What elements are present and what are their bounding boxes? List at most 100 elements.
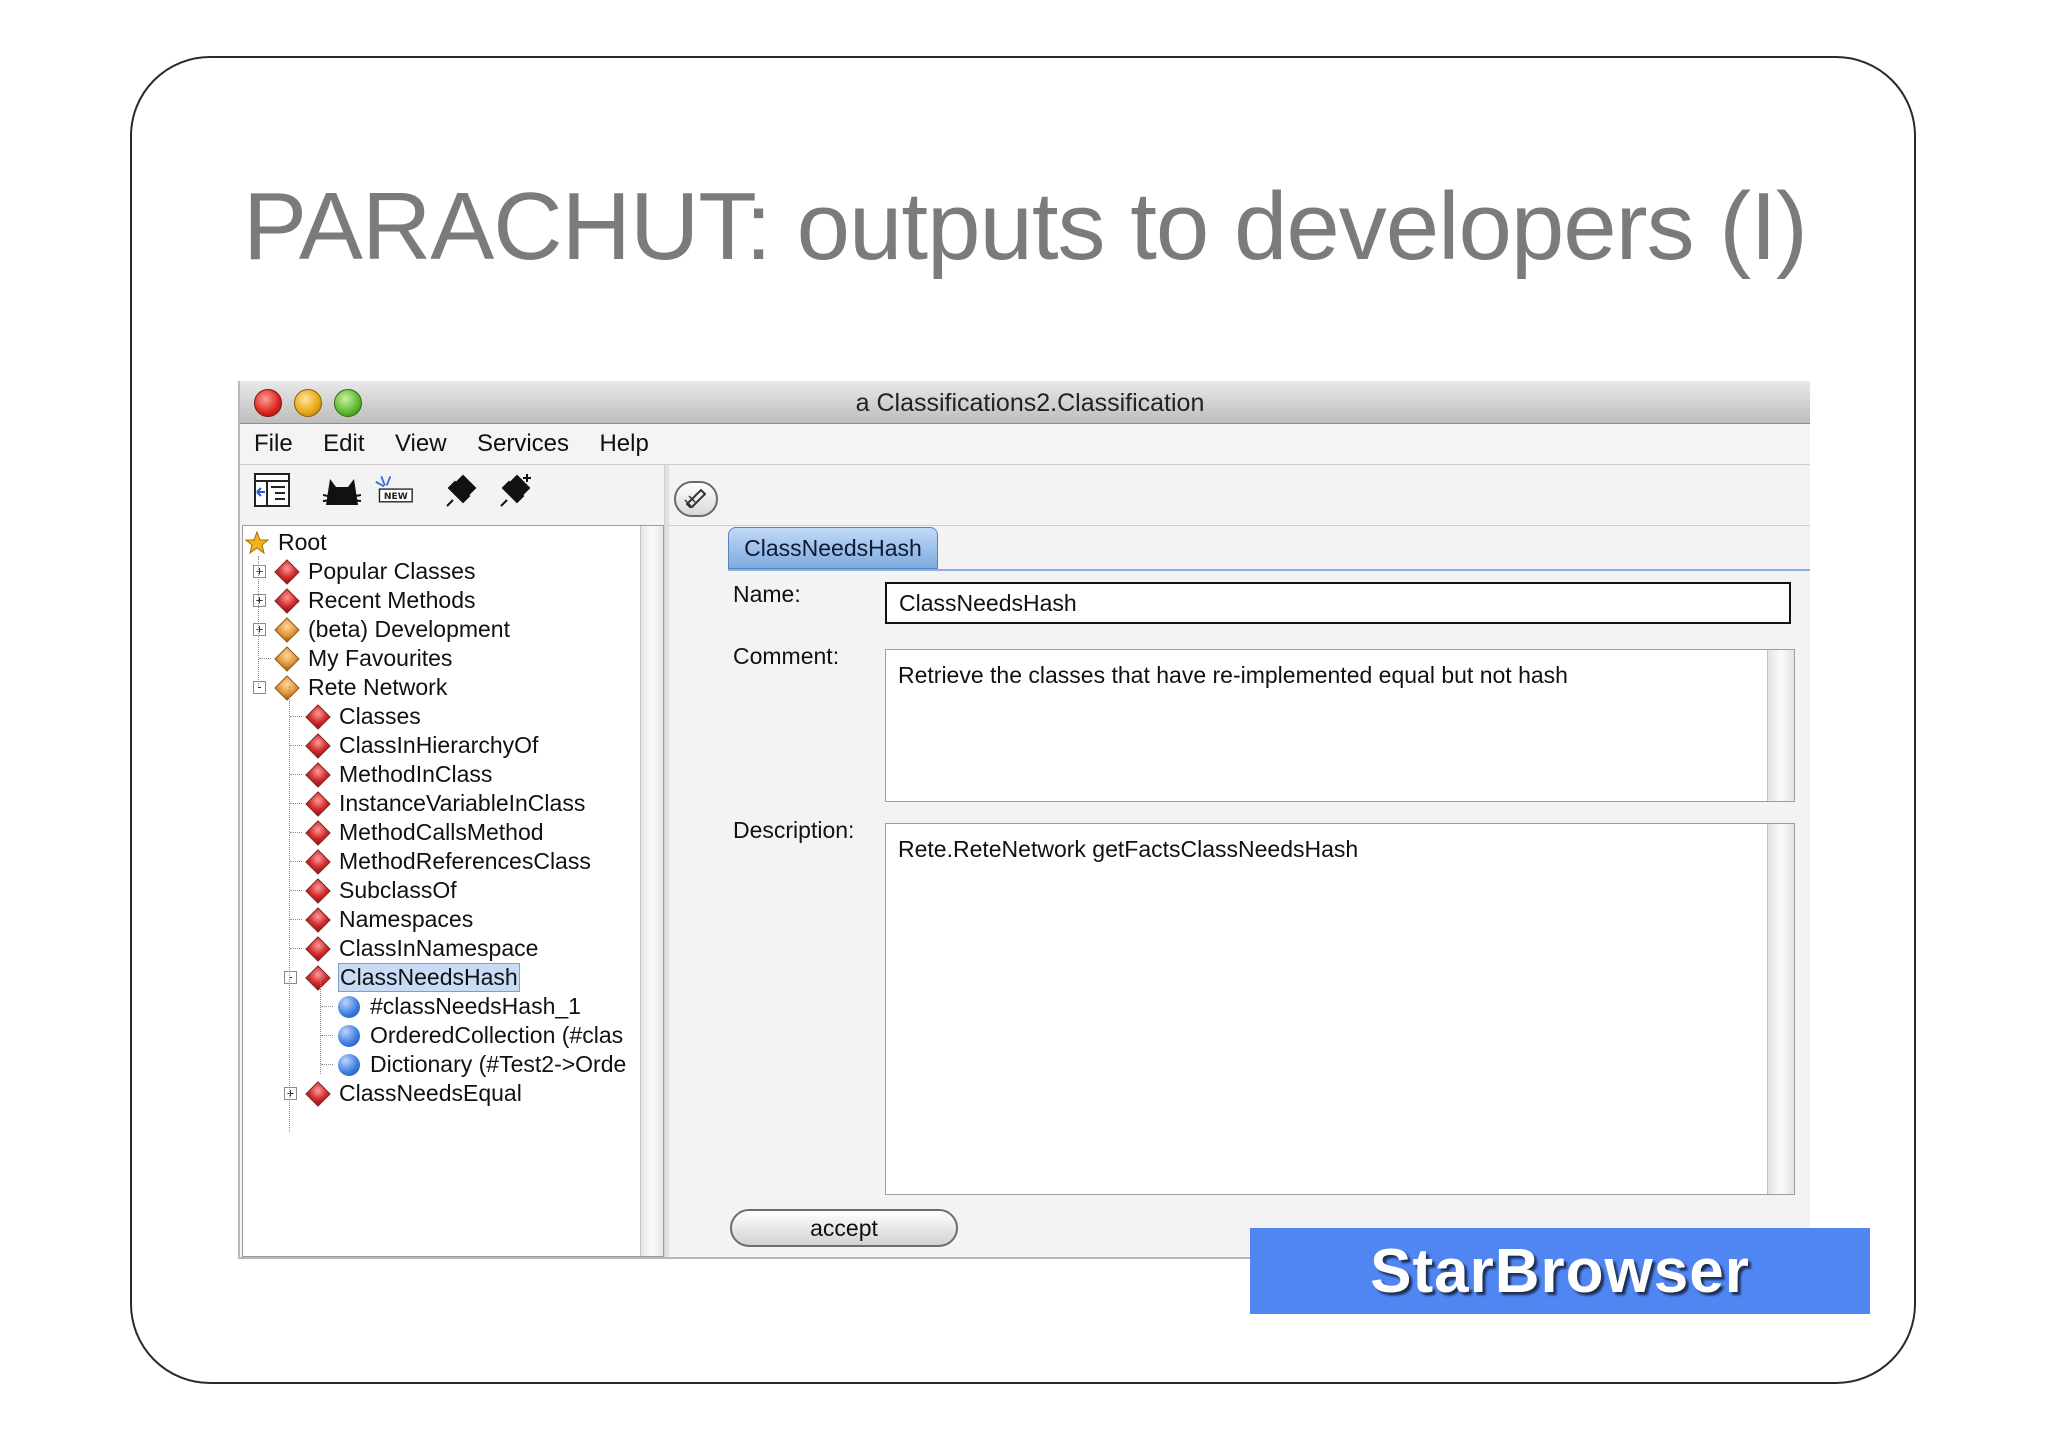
tree-connector — [290, 919, 302, 920]
tree-item-label: MethodCallsMethod — [339, 819, 544, 845]
tree-item[interactable]: ClassInNamespace — [305, 934, 539, 963]
tree-item-label: My Favourites — [308, 645, 453, 671]
tree-item[interactable]: (beta) Development — [274, 615, 511, 644]
red-diamond-icon — [305, 732, 331, 759]
cat-icon[interactable] — [322, 471, 362, 509]
tree-guide-line — [320, 976, 321, 1074]
tree-connector — [290, 861, 302, 862]
window-title: a Classifications2.Classification — [855, 389, 1205, 417]
tree-item[interactable]: Namespaces — [305, 905, 474, 934]
tab-class-needs-hash[interactable]: ClassNeedsHash — [728, 527, 938, 569]
tree-item-label: MethodInClass — [339, 761, 493, 787]
menu-view[interactable]: View — [395, 424, 447, 464]
collapse-toggle[interactable]: - — [253, 681, 266, 694]
blue-ball-icon — [337, 1024, 361, 1048]
tree-item-label: ClassNeedsEqual — [339, 1080, 522, 1106]
red-diamond-icon — [305, 906, 331, 933]
description-text: Rete.ReteNetwork getFactsClassNeedsHash — [898, 836, 1359, 862]
menu-services[interactable]: Services — [477, 424, 569, 464]
tree-item[interactable]: Recent Methods — [274, 586, 476, 615]
red-diamond-icon — [305, 964, 331, 991]
tree-item[interactable]: MethodCallsMethod — [305, 818, 545, 847]
comment-label: Comment: — [733, 643, 840, 669]
title-bar[interactable]: a Classifications2.Classification — [240, 381, 1810, 424]
push-pin-add-icon[interactable] — [496, 471, 536, 509]
menu-bar: File Edit View Services Help — [240, 424, 1810, 465]
comment-scrollbar[interactable] — [1767, 650, 1794, 801]
starbrowser-banner: StarBrowser — [1250, 1228, 1870, 1314]
edit-button[interactable] — [674, 481, 718, 517]
red-diamond-icon — [305, 848, 331, 875]
tree-item[interactable]: ClassNeedsEqual — [305, 1079, 523, 1108]
orange-diamond-icon — [274, 674, 300, 701]
expand-toggle[interactable]: + — [284, 1087, 297, 1100]
tree-item-root[interactable]: Root — [244, 528, 328, 557]
tree-item-label: Dictionary (#Test2->Orde — [370, 1051, 627, 1077]
red-diamond-icon — [305, 819, 331, 846]
tree-item[interactable]: Classes — [305, 702, 422, 731]
tree-connector — [259, 658, 271, 659]
tree-item-label: ClassNeedsHash — [338, 963, 520, 992]
tree-item-label: Root — [278, 529, 327, 555]
red-diamond-icon — [305, 877, 331, 904]
tree-item[interactable]: Dictionary (#Test2->Orde — [337, 1050, 627, 1079]
tree-item[interactable]: MethodInClass — [305, 760, 493, 789]
expand-toggle[interactable]: + — [253, 565, 266, 578]
tree-connector — [290, 716, 302, 717]
tree-connector — [290, 948, 302, 949]
collapse-toggle[interactable]: - — [284, 971, 297, 984]
menu-help[interactable]: Help — [599, 424, 648, 464]
blue-ball-icon — [337, 995, 361, 1019]
tree-item[interactable]: InstanceVariableInClass — [305, 789, 586, 818]
comment-text: Retrieve the classes that have re-implem… — [898, 662, 1568, 688]
new-icon[interactable]: NEW — [374, 471, 414, 509]
tree-connector — [321, 1035, 333, 1036]
tree-item[interactable]: ClassInHierarchyOf — [305, 731, 539, 760]
tree-connector — [290, 803, 302, 804]
red-diamond-icon — [305, 790, 331, 817]
tree-scrollbar[interactable] — [640, 526, 663, 1256]
star-icon — [244, 530, 270, 555]
tree-connector — [321, 1064, 333, 1065]
comment-field[interactable]: Retrieve the classes that have re-implem… — [885, 649, 1795, 802]
red-diamond-icon — [305, 703, 331, 730]
red-diamond-icon — [274, 558, 300, 585]
app-window: a Classifications2.Classification File E… — [238, 381, 1810, 1259]
orange-diamond-icon — [274, 616, 300, 643]
tree-item[interactable]: Popular Classes — [274, 557, 476, 586]
tree-item[interactable]: OrderedCollection (#clas — [337, 1021, 624, 1050]
tree-item-label: #classNeedsHash_1 — [370, 993, 581, 1019]
red-diamond-icon — [305, 1080, 331, 1107]
tree-item-label: OrderedCollection (#clas — [370, 1022, 624, 1048]
svg-text:NEW: NEW — [384, 492, 408, 502]
tree-item[interactable]: ClassNeedsHash — [305, 963, 520, 992]
description-label: Description: — [733, 817, 855, 843]
expand-toggle[interactable]: + — [253, 623, 266, 636]
tree-item[interactable]: Rete Network — [274, 673, 448, 702]
name-field[interactable] — [885, 582, 1791, 624]
tree-item-label: Rete Network — [308, 674, 448, 700]
tree-guide-line — [258, 556, 259, 686]
accept-button[interactable]: accept — [730, 1209, 958, 1247]
tree-item-label: Popular Classes — [308, 558, 476, 584]
menu-edit[interactable]: Edit — [323, 424, 364, 464]
tree-item[interactable]: My Favourites — [274, 644, 453, 673]
description-scrollbar[interactable] — [1767, 824, 1794, 1194]
tree-connector — [290, 774, 302, 775]
slide-title: PARACHUT: outputs to developers (I) — [243, 173, 1808, 280]
expand-toggle[interactable]: + — [253, 594, 266, 607]
name-label: Name: — [733, 581, 801, 607]
panel-splitter[interactable] — [664, 465, 669, 1257]
tree-item[interactable]: #classNeedsHash_1 — [337, 992, 582, 1021]
blue-ball-icon — [337, 1053, 361, 1077]
tree-item[interactable]: MethodReferencesClass — [305, 847, 592, 876]
classification-tree[interactable]: Root Popular Classes + Recent Methods + (beta… — [242, 525, 664, 1257]
description-field[interactable]: Rete.ReteNetwork getFactsClassNeedsHash — [885, 823, 1795, 1195]
tree-browser-icon[interactable] — [252, 471, 292, 509]
push-pin-icon[interactable] — [442, 471, 482, 509]
tree-item-label: InstanceVariableInClass — [339, 790, 586, 816]
tree-guide-line — [289, 686, 290, 1132]
tree-item[interactable]: SubclassOf — [305, 876, 458, 905]
tree-item-label: (beta) Development — [308, 616, 510, 642]
menu-file[interactable]: File — [254, 424, 293, 464]
